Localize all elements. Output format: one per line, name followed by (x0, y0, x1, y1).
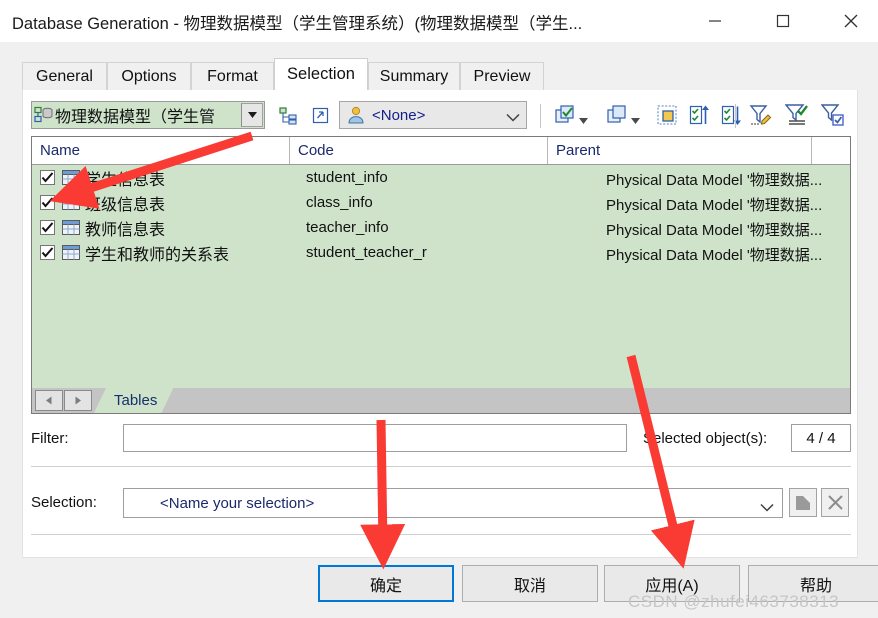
row-code: class_info (306, 194, 373, 211)
selection-chevron-down-icon[interactable] (760, 499, 774, 517)
row-checkbox[interactable] (40, 220, 55, 235)
minimize-button[interactable] (692, 0, 738, 42)
tab-format[interactable]: Format (191, 62, 274, 90)
row-name: 学生信息表 (85, 166, 165, 190)
select-all-dropdown-icon[interactable] (579, 111, 588, 120)
selection-toolbar: 物理数据模型（学生管 (23, 96, 859, 136)
ok-button[interactable]: 确定 (318, 565, 454, 602)
table-icon (62, 195, 80, 210)
selection-combo-value: <Name your selection> (160, 495, 314, 512)
nav-prev-button[interactable] (35, 390, 63, 411)
table-icon (62, 220, 80, 235)
row-name: 教师信息表 (85, 216, 165, 240)
edit-filter-button[interactable] (747, 101, 775, 129)
column-header-code[interactable]: Code (290, 137, 548, 164)
dialog-body: General Options Format Selection Summary… (0, 42, 878, 618)
list-tab-tables-label: Tables (114, 392, 157, 409)
table-row[interactable]: 学生信息表 student_info Physical Data Model '… (32, 165, 850, 190)
row-parent: Physical Data Model '物理数据... (606, 219, 822, 240)
row-code: student_teacher_r (306, 244, 427, 261)
title-bar: Database Generation - 物理数据模型（学生管理系统）(物理数… (0, 0, 878, 42)
sort-ascending-button[interactable] (685, 101, 713, 129)
column-header-extra (812, 137, 850, 164)
selected-objects-label: Selected object(s): (643, 430, 767, 447)
table-row[interactable]: 学生和教师的关系表 student_teacher_r Physical Dat… (32, 240, 850, 265)
filter-label: Filter: (31, 430, 69, 447)
selection-panel: 物理数据模型（学生管 (22, 90, 858, 558)
deselect-all-button[interactable] (603, 101, 631, 129)
tree-view-button[interactable] (275, 102, 301, 128)
model-icon (34, 106, 54, 124)
nav-next-button[interactable] (64, 390, 92, 411)
toolbar-separator (540, 104, 541, 128)
save-selection-button[interactable] (789, 488, 817, 517)
maximize-button[interactable] (760, 0, 806, 42)
divider-2 (31, 534, 851, 535)
list-tab-tables[interactable]: Tables (94, 388, 173, 413)
selected-objects-count: 4 / 4 (791, 424, 851, 452)
tab-general[interactable]: General (22, 62, 107, 90)
row-parent: Physical Data Model '物理数据... (606, 169, 822, 190)
object-list[interactable]: Name Code Parent (31, 136, 851, 390)
deselect-all-dropdown-icon[interactable] (631, 111, 640, 120)
row-code: teacher_info (306, 219, 389, 236)
cancel-button[interactable]: 取消 (462, 565, 598, 602)
row-parent: Physical Data Model '物理数据... (606, 244, 822, 265)
user-combo-chevron-down-icon[interactable] (506, 109, 520, 127)
model-combo-arrow-icon[interactable] (241, 103, 263, 127)
toolbar-separator-2 (735, 104, 736, 128)
close-button[interactable] (828, 0, 874, 42)
table-row[interactable]: 教师信息表 teacher_info Physical Data Model '… (32, 215, 850, 240)
selection-label: Selection: (31, 494, 97, 511)
user-icon (346, 105, 366, 125)
row-code: student_info (306, 169, 388, 186)
tab-summary[interactable]: Summary (368, 62, 460, 90)
row-parent: Physical Data Model '物理数据... (606, 194, 822, 215)
tab-selection[interactable]: Selection (274, 58, 368, 90)
apply-filter-button[interactable] (783, 101, 811, 129)
watermark: CSDN @zhufei463738313 (628, 592, 839, 612)
filter-input[interactable] (123, 424, 627, 452)
divider (31, 466, 851, 467)
list-header-row: Name Code Parent (32, 137, 850, 165)
user-combo-value: <None> (372, 107, 425, 124)
column-header-name[interactable]: Name (32, 137, 290, 164)
table-row[interactable]: 班级信息表 class_info Physical Data Model '物理… (32, 190, 850, 215)
list-tab-bar: Tables (31, 388, 851, 414)
list-rows: 学生信息表 student_info Physical Data Model '… (32, 165, 850, 265)
tab-strip: General Options Format Selection Summary… (22, 58, 858, 90)
select-all-button[interactable] (551, 101, 579, 129)
row-checkbox[interactable] (40, 170, 55, 185)
user-combo[interactable]: <None> (339, 101, 527, 129)
tab-options[interactable]: Options (107, 62, 191, 90)
tab-preview[interactable]: Preview (460, 62, 544, 90)
model-combo-value: 物理数据模型（学生管 (55, 103, 215, 127)
window-title: Database Generation - 物理数据模型（学生管理系统）(物理数… (12, 10, 582, 34)
row-name: 学生和教师的关系表 (85, 241, 229, 265)
filter-options-button[interactable] (819, 101, 847, 129)
table-icon (62, 170, 80, 185)
row-name: 班级信息表 (85, 191, 165, 215)
selection-combo[interactable]: <Name your selection> (123, 488, 783, 518)
sort-descending-button[interactable] (717, 101, 745, 129)
row-checkbox[interactable] (40, 195, 55, 210)
expand-button[interactable] (307, 102, 333, 128)
table-icon (62, 245, 80, 260)
row-checkbox[interactable] (40, 245, 55, 260)
model-combo[interactable]: 物理数据模型（学生管 (31, 101, 265, 129)
invert-selection-button[interactable] (653, 101, 681, 129)
column-header-parent[interactable]: Parent (548, 137, 812, 164)
delete-selection-button[interactable] (821, 488, 849, 517)
